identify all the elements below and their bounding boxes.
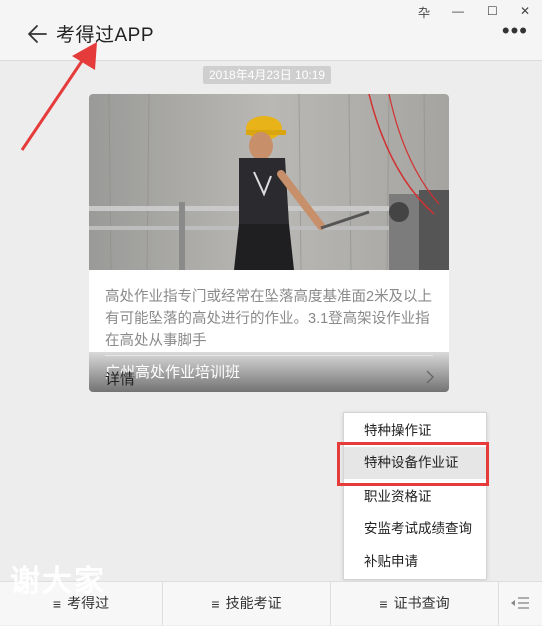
article-description: 高处作业指专门或经常在坠落高度基准面2米及以上有可能坠落的高处进行的作业。3.1… <box>105 289 433 349</box>
popup-menu: 特种操作证 特种设备作业证 职业资格证 安监考试成绩查询 补贴申请 <box>343 412 487 580</box>
worker-photo <box>89 94 449 270</box>
keyboard-switch-icon[interactable] <box>510 596 530 610</box>
maximize-button[interactable]: ☐ <box>487 4 498 18</box>
tab-skill-certification[interactable]: ≡ 技能考证 <box>163 582 330 625</box>
menu-item-exam-results[interactable]: 安监考试成绩查询 <box>344 513 486 545</box>
close-button[interactable]: ✕ <box>520 4 530 18</box>
annotation-highlight-box <box>337 442 489 486</box>
tab-certificate-query[interactable]: ≡ 证书查询 <box>331 582 498 625</box>
tab-label: 技能考证 <box>225 595 282 611</box>
more-options-icon[interactable]: ••• <box>502 20 528 42</box>
menu-lines-icon: ≡ <box>379 595 388 612</box>
tab-label: 证书查询 <box>393 595 450 611</box>
message-timestamp: 2018年4月23日 10:19 <box>203 66 332 84</box>
page-title: 考得过APP <box>56 25 155 46</box>
minimize-button[interactable]: — <box>452 4 464 18</box>
detail-link[interactable]: 详情 <box>105 368 135 389</box>
title-bar: 卆 — ☐ ✕ 考得过APP ••• <box>0 0 542 61</box>
chevron-right-icon <box>426 370 434 384</box>
tab-separator <box>498 582 499 625</box>
pin-icon[interactable]: 卆 <box>418 4 430 21</box>
article-card[interactable]: 广州高处作业培训班 高处作业指专门或经常在坠落高度基准面2米及以上有可能坠落的高… <box>89 94 449 392</box>
card-divider <box>105 355 433 356</box>
back-arrow-icon[interactable] <box>26 20 50 48</box>
menu-item-subsidy[interactable]: 补贴申请 <box>344 546 486 578</box>
watermark: 谢大家 <box>10 564 106 599</box>
menu-lines-icon: ≡ <box>211 595 220 612</box>
